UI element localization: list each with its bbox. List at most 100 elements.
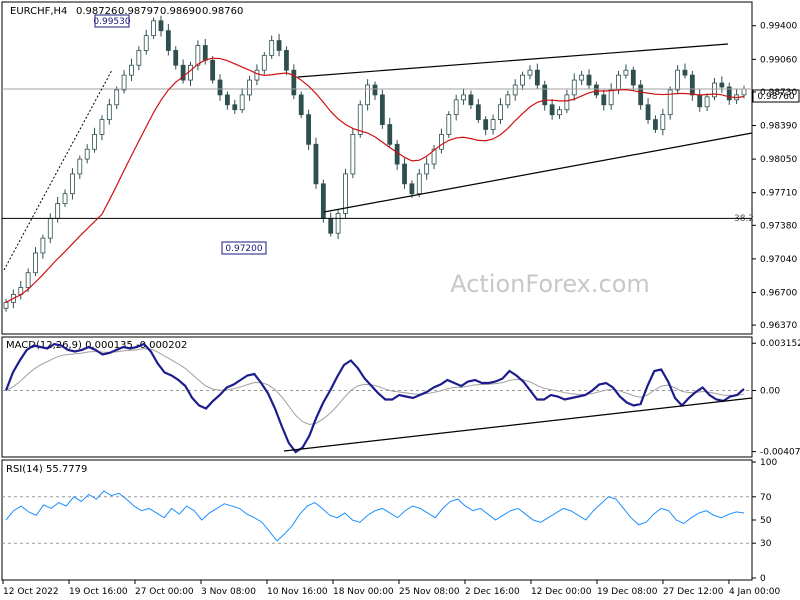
- candle-body: [586, 74, 592, 86]
- candle-body: [579, 74, 585, 81]
- candle-body: [416, 173, 422, 195]
- candle-body: [114, 89, 120, 106]
- x-tick-label: 3 Nov 08:00: [201, 587, 256, 597]
- swing-high-label: 0.99530: [93, 17, 130, 27]
- candle-body: [143, 35, 149, 51]
- candle-body: [630, 69, 636, 86]
- rsi-tick-label: 30: [760, 539, 772, 549]
- candle-body: [424, 163, 430, 175]
- price-title: EURCHF,H4: [10, 6, 67, 17]
- candle-body: [320, 183, 326, 219]
- candle-body: [77, 158, 83, 175]
- candle-body: [261, 54, 267, 71]
- candle-body: [542, 84, 548, 106]
- x-tick-label: 12 Dec 00:00: [531, 587, 592, 597]
- candle-body: [165, 30, 171, 51]
- candle-body: [335, 213, 341, 234]
- watermark-text: ActionForex.com: [450, 270, 650, 298]
- macd-tick-label: -0.004073: [760, 448, 800, 458]
- candle-body: [564, 94, 570, 111]
- candle-body: [712, 82, 717, 98]
- x-tick-label: 2 Dec 16:00: [465, 587, 520, 597]
- candle-body: [202, 45, 208, 61]
- candle-body: [210, 59, 216, 81]
- rsi-tick-label: 0: [760, 574, 766, 584]
- candle-body: [158, 20, 164, 32]
- price-tick-label: 0.97710: [760, 189, 797, 199]
- candle-body: [608, 89, 614, 106]
- candle-body: [136, 50, 142, 66]
- candle-body: [660, 114, 666, 130]
- rsi-title: RSI(14) 55.7779: [6, 464, 87, 475]
- candle-body: [505, 94, 511, 106]
- candle-body: [468, 94, 474, 106]
- candle-body: [284, 50, 289, 71]
- candle-body: [549, 104, 555, 116]
- price-tick-label: 0.96370: [760, 321, 797, 331]
- candle-body: [490, 119, 496, 130]
- candle-body: [527, 69, 533, 76]
- candle-body: [3, 301, 9, 309]
- swing-low-label: 0.97200: [225, 244, 262, 254]
- candle-body: [306, 114, 311, 145]
- candle-body: [328, 217, 334, 234]
- ohlc-low: 0.98690: [160, 6, 201, 17]
- candle-body: [47, 217, 53, 239]
- price-tick-label: 0.97380: [760, 221, 797, 231]
- candle-body: [62, 193, 68, 204]
- candle-body: [239, 94, 245, 111]
- macd-tick-label: 0.00: [760, 387, 780, 397]
- candle-body: [483, 119, 489, 130]
- candle-body: [291, 69, 297, 96]
- candle-body: [475, 104, 481, 120]
- x-tick-label: 27 Oct 00:00: [135, 587, 194, 597]
- candle-body: [616, 74, 621, 91]
- candle-body: [365, 84, 371, 106]
- chart-window: ActionForex.com EURCHF,H4 0.98726 0.9879…: [0, 0, 800, 600]
- candle-body: [55, 203, 61, 219]
- candle-body: [350, 134, 356, 175]
- candle-body: [254, 69, 260, 81]
- x-tick-label: 4 Jan 00:00: [729, 587, 781, 597]
- candle-body: [682, 69, 688, 76]
- price-tick-label: 0.98390: [760, 122, 797, 132]
- candle-body: [645, 104, 651, 120]
- rsi-tick-label: 50: [760, 516, 772, 526]
- candle-body: [92, 134, 97, 150]
- candle-body: [129, 64, 134, 76]
- candle-body: [704, 96, 710, 108]
- candle-body: [269, 40, 275, 56]
- x-tick-label: 19 Oct 16:00: [69, 587, 128, 597]
- candle-body: [379, 94, 385, 125]
- candle-body: [446, 114, 452, 135]
- rsi-tick-label: 100: [760, 458, 777, 468]
- candle-body: [121, 74, 127, 91]
- x-tick-label: 25 Nov 08:00: [399, 587, 460, 597]
- candle-body: [439, 134, 444, 150]
- candle-body: [173, 50, 179, 66]
- candle-body: [40, 237, 46, 254]
- x-tick-label: 12 Oct 2022: [3, 587, 59, 597]
- candle-body: [33, 252, 38, 274]
- candle-body: [557, 109, 562, 116]
- candle-body: [25, 272, 31, 288]
- price-tick-label: 0.99400: [760, 22, 797, 32]
- price-tick-label: 0.97040: [760, 255, 797, 265]
- candle-body: [409, 183, 415, 195]
- candle-body: [232, 104, 238, 111]
- candle-body: [394, 143, 400, 165]
- chart-canvas: ActionForex.com EURCHF,H4 0.98726 0.9879…: [1, 1, 800, 597]
- candle-body: [675, 69, 680, 91]
- candle-body: [372, 84, 378, 96]
- x-tick-label: 27 Dec 12:00: [663, 587, 724, 597]
- candle-body: [453, 99, 459, 116]
- candle-body: [151, 20, 157, 37]
- candle-body: [594, 84, 599, 96]
- candle-body: [601, 94, 607, 106]
- candle-body: [195, 45, 201, 66]
- candle-body: [571, 79, 577, 96]
- candle-body: [498, 104, 503, 120]
- price-tick-label: 0.98050: [760, 155, 797, 165]
- candle-body: [653, 119, 658, 130]
- candle-body: [313, 143, 319, 185]
